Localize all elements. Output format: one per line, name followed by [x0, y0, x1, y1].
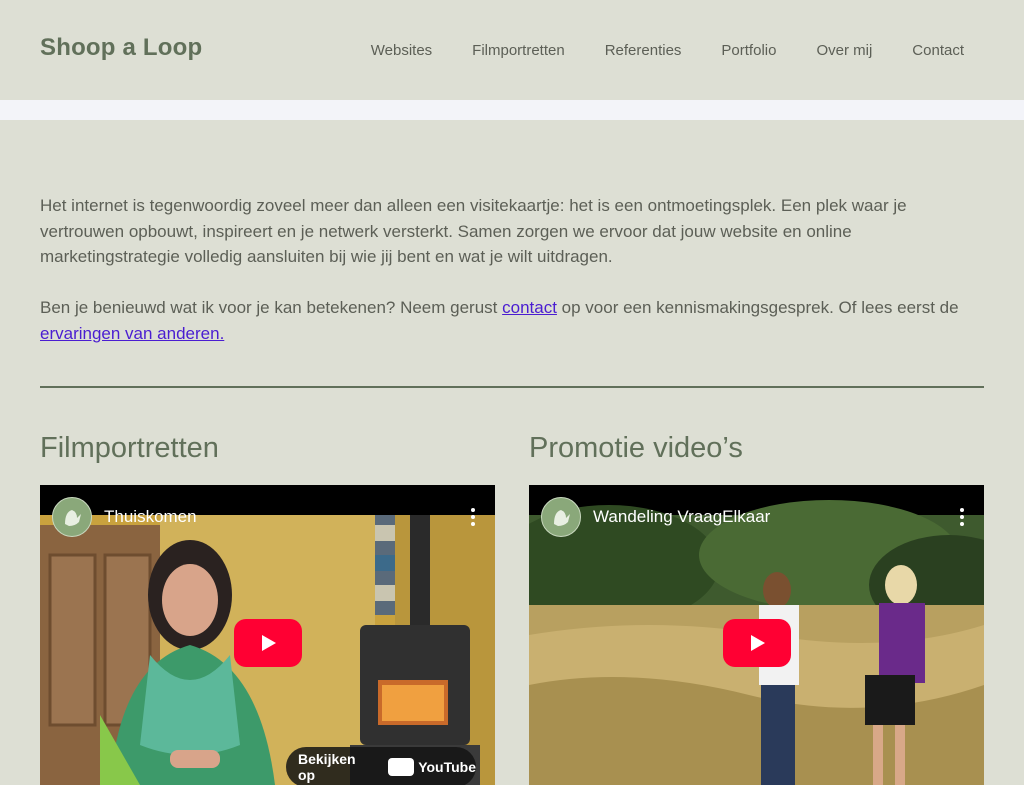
brand-logo[interactable]: Shoop a Loop	[40, 34, 202, 62]
video-player-wandeling[interactable]: Wandeling VraagElkaar	[529, 485, 984, 785]
nav-referenties[interactable]: Referenties	[605, 41, 682, 61]
youtube-brand: YouTube	[388, 758, 476, 776]
play-icon	[751, 635, 765, 651]
watch-on-label: Bekijken op	[298, 751, 356, 783]
intro-text-segment: Ben je benieuwd wat ik voor je kan betek…	[40, 298, 503, 317]
video-title[interactable]: Thuiskomen	[104, 507, 463, 527]
filmportretten-heading: Filmportretten	[40, 432, 219, 464]
play-button[interactable]	[234, 619, 302, 667]
intro-text-segment: op voor een kennismakingsgesprek. Of lee…	[556, 298, 959, 317]
video-title-bar: Thuiskomen	[52, 497, 483, 537]
watch-on-youtube-button[interactable]: Bekijken op YouTube	[286, 747, 476, 785]
filmportretten-section: Filmportretten Thuiskomen Bekijken op Yo…	[40, 430, 495, 785]
contact-link[interactable]: contact	[502, 298, 557, 317]
nav-over-mij[interactable]: Over mij	[816, 41, 872, 61]
main-nav: Websites Filmportretten Referenties Port…	[371, 41, 964, 61]
video-title[interactable]: Wandeling VraagElkaar	[593, 507, 952, 527]
channel-logo-icon[interactable]	[541, 497, 581, 537]
section-divider	[40, 386, 984, 388]
play-icon	[262, 635, 276, 651]
video-title-bar: Wandeling VraagElkaar	[541, 497, 972, 537]
play-button[interactable]	[723, 619, 791, 667]
intro-paragraph-1: Het internet is tegenwoordig zoveel meer…	[40, 196, 907, 266]
youtube-logo-icon	[388, 758, 415, 776]
youtube-label: YouTube	[418, 759, 476, 775]
nav-websites[interactable]: Websites	[371, 41, 432, 61]
header-divider-strip	[0, 100, 1024, 120]
site-header: Shoop a Loop Websites Filmportretten Ref…	[0, 0, 1024, 100]
more-options-icon[interactable]	[463, 507, 483, 527]
nav-contact[interactable]: Contact	[912, 41, 964, 61]
video-player-thuiskomen[interactable]: Thuiskomen Bekijken op YouTube	[40, 485, 495, 785]
intro-paragraph-2: Ben je benieuwd wat ik voor je kan betek…	[40, 295, 984, 346]
testimonials-link[interactable]: ervaringen van anderen.	[40, 324, 224, 343]
intro-text: Het internet is tegenwoordig zoveel meer…	[40, 193, 984, 346]
promotie-videos-section: Promotie video’s Wandeling VraagElkaar	[529, 430, 984, 785]
nav-portfolio[interactable]: Portfolio	[721, 41, 776, 61]
promotie-videos-heading: Promotie video’s	[529, 432, 743, 464]
more-options-icon[interactable]	[952, 507, 972, 527]
channel-logo-icon[interactable]	[52, 497, 92, 537]
nav-filmportretten[interactable]: Filmportretten	[472, 41, 565, 61]
